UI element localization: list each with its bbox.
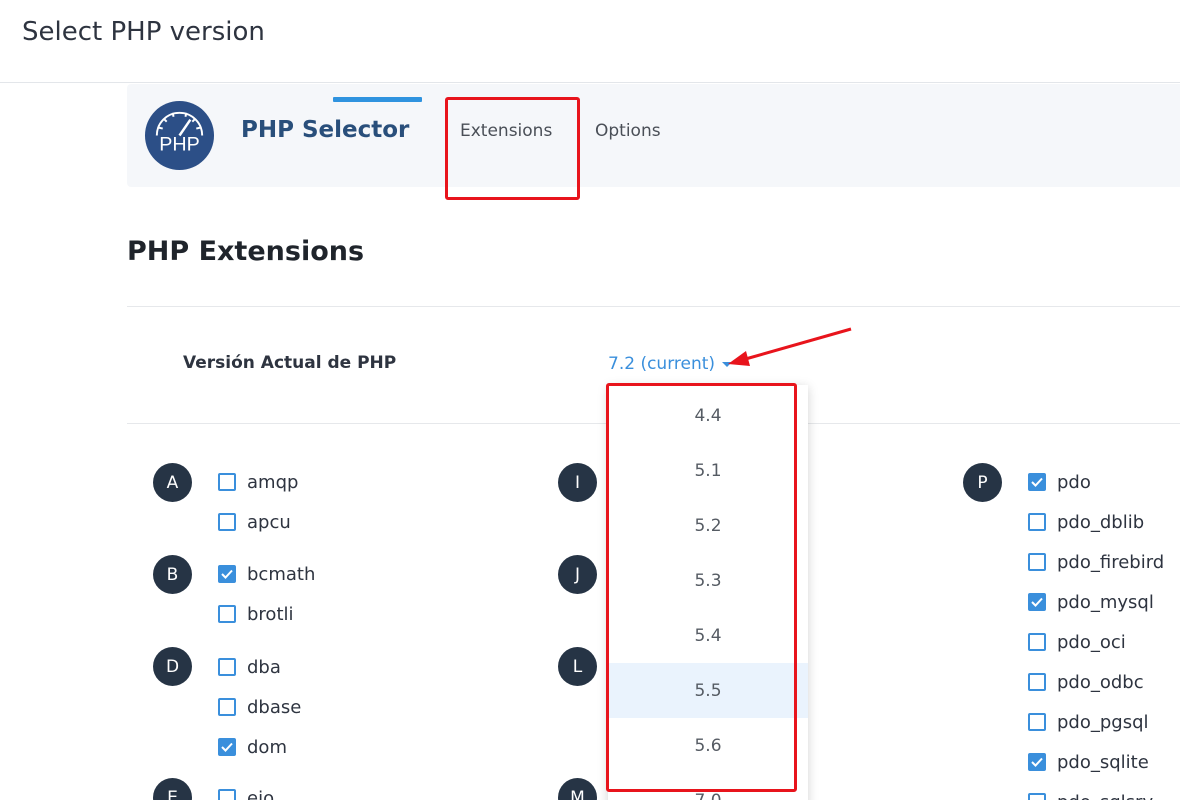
letter-badge-d: D [153,647,192,686]
extension-pdo-mysql[interactable]: pdo_mysql [1028,590,1154,614]
extension-label: pdo_odbc [1057,671,1144,693]
letter-badge-j: J [558,555,597,594]
header-divider [0,82,1180,83]
extension-label: pdo_oci [1057,631,1126,653]
checkbox[interactable] [218,789,236,800]
checkbox[interactable] [1028,633,1046,651]
extension-label: dbase [247,696,302,718]
extension-label: pdo_pgsql [1057,711,1149,733]
extension-label: pdo_mysql [1057,591,1154,613]
version-option[interactable]: 7.0 [608,773,808,800]
extension-label: dba [247,656,281,678]
selector-title: PHP Selector [241,117,410,143]
section-heading: PHP Extensions [127,236,365,267]
extension-dbase[interactable]: dbase [218,695,301,719]
extension-label: brotli [247,603,294,625]
version-option[interactable]: 5.5 [608,663,808,718]
active-tab-indicator [333,97,422,102]
page: Select PHP version PHP PHP Selector Exte… [0,0,1180,800]
php-logo-text: PHP [159,133,200,155]
check-icon [1031,757,1043,767]
extension-label: pdo [1057,471,1091,493]
extension-pdo-odbc[interactable]: pdo_odbc [1028,670,1144,694]
version-option[interactable]: 5.1 [608,443,808,498]
version-option[interactable]: 5.3 [608,553,808,608]
checkbox[interactable] [218,473,236,491]
extension-pdo-firebird[interactable]: pdo_firebird [1028,550,1164,574]
extension-label: eio [247,787,275,800]
php-version-value: 7.2 (current) [608,354,716,374]
section-divider [127,306,1180,307]
extension-label: pdo_firebird [1057,551,1165,573]
extension-label: pdo_sqlsrv [1057,792,1153,800]
check-icon [221,569,233,579]
checkbox[interactable] [1028,713,1046,731]
checkbox[interactable] [218,513,236,531]
checkbox[interactable] [218,698,236,716]
php-version-dropdown: 4.4 5.1 5.2 5.3 5.4 5.5 5.6 7.0 [608,385,808,800]
extension-bcmath[interactable]: bcmath [218,562,315,586]
checkbox[interactable] [1028,753,1046,771]
extension-label: amqp [247,471,299,493]
checkbox[interactable] [218,738,236,756]
extension-label: bcmath [247,563,316,585]
extension-label: pdo_sqlite [1057,751,1149,773]
letter-badge-b: B [153,555,192,594]
letter-badge-p: P [963,463,1002,502]
extension-eio[interactable]: eio [218,786,274,800]
checkbox[interactable] [218,605,236,623]
extension-label: dom [247,736,287,758]
tab-extensions[interactable]: Extensions [460,121,552,141]
extension-apcu[interactable]: apcu [218,510,291,534]
annotation-arrow-icon [728,327,852,366]
check-icon [1031,597,1043,607]
extension-pdo-pgsql[interactable]: pdo_pgsql [1028,710,1149,734]
version-label: Versión Actual de PHP [183,353,397,373]
version-option[interactable]: 5.6 [608,718,808,773]
php-version-select[interactable]: 7.2 (current) [608,354,733,374]
version-option[interactable]: 5.4 [608,608,808,663]
php-logo-icon: PHP [144,100,215,171]
letter-badge-m: M [558,778,597,800]
version-option[interactable]: 5.2 [608,498,808,553]
checkbox[interactable] [1028,593,1046,611]
checkbox[interactable] [1028,473,1046,491]
extension-brotli[interactable]: brotli [218,602,294,626]
checkbox[interactable] [218,658,236,676]
extension-pdo-sqlite[interactable]: pdo_sqlite [1028,750,1149,774]
page-title: Select PHP version [22,17,265,47]
php-selector-card: PHP PHP Selector Extensions Options [127,84,1180,187]
letter-badge-a: A [153,463,192,502]
extension-label: pdo_dblib [1057,511,1145,533]
check-icon [221,742,233,752]
letter-badge-e: E [153,778,192,800]
extension-label: apcu [247,511,291,533]
extension-pdo-dblib[interactable]: pdo_dblib [1028,510,1144,534]
extension-pdo[interactable]: pdo [1028,470,1091,494]
letter-badge-l: L [558,647,597,686]
tab-options[interactable]: Options [595,121,661,141]
extension-amqp[interactable]: amqp [218,470,298,494]
checkbox[interactable] [1028,553,1046,571]
version-option[interactable]: 4.4 [608,388,808,443]
checkbox[interactable] [1028,793,1046,800]
checkbox[interactable] [1028,513,1046,531]
extension-dba[interactable]: dba [218,655,281,679]
extension-dom[interactable]: dom [218,735,287,759]
checkbox[interactable] [218,565,236,583]
extension-pdo-oci[interactable]: pdo_oci [1028,630,1126,654]
check-icon [1031,477,1043,487]
extension-pdo-sqlsrv[interactable]: pdo_sqlsrv [1028,790,1153,800]
letter-badge-i: I [558,463,597,502]
checkbox[interactable] [1028,673,1046,691]
